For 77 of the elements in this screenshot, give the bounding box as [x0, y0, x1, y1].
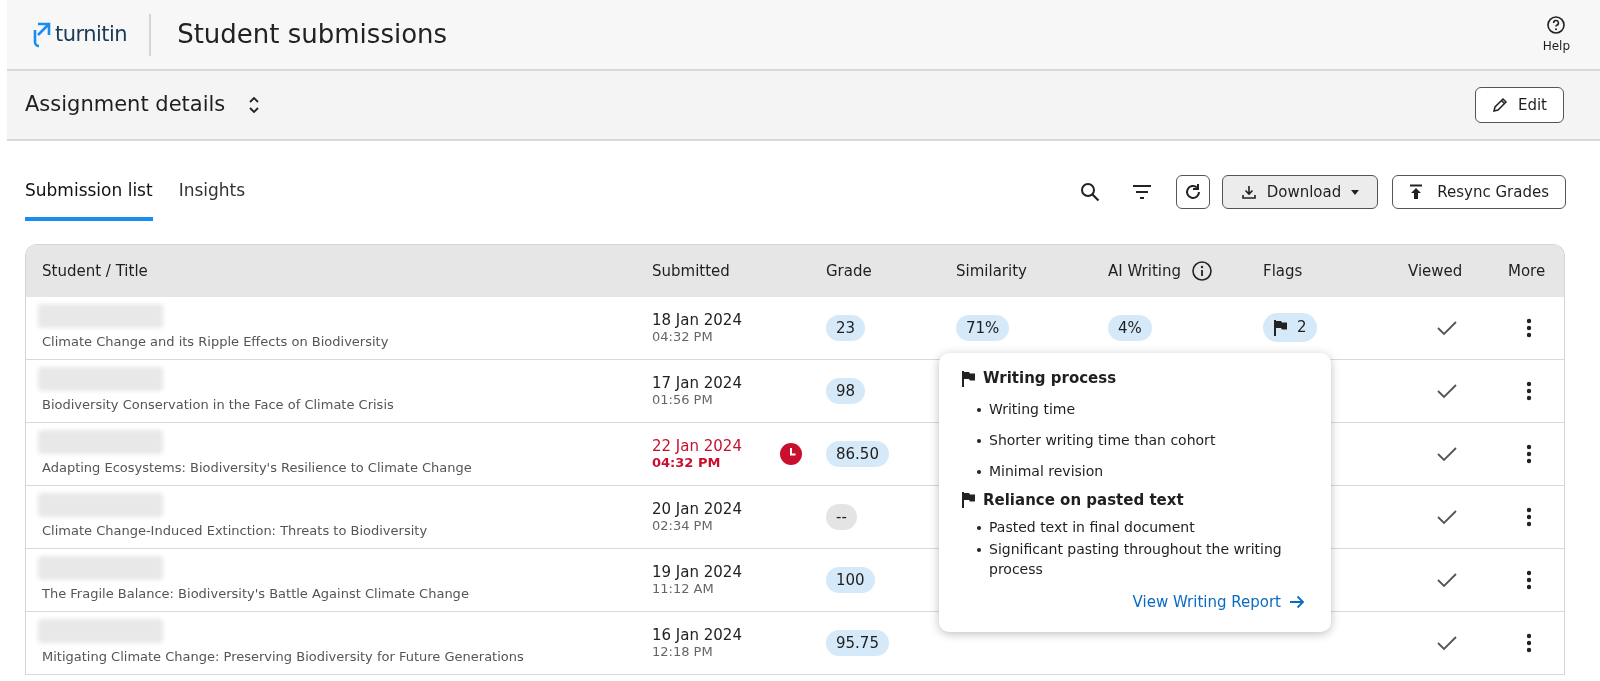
- submitted-date: 17 Jan 2024: [652, 373, 742, 393]
- pencil-icon: [1491, 97, 1508, 113]
- grade-badge: 98: [826, 377, 866, 405]
- column-header: Flags: [1263, 260, 1304, 282]
- caret-icon: [1351, 189, 1360, 195]
- column-header: Grade: [826, 260, 873, 282]
- more-menu-button[interactable]: [1524, 505, 1534, 529]
- resync-grades-button[interactable]: Resync Grades: [1392, 175, 1566, 209]
- flag-category: Writing process: [983, 368, 1117, 389]
- tab[interactable]: Insights: [178, 177, 246, 221]
- submitted-time: 12:18 PM: [652, 644, 714, 661]
- page-title: Student submissions: [177, 18, 448, 51]
- logo-icon: [33, 21, 51, 48]
- submitted-date: 16 Jan 2024: [652, 625, 742, 645]
- column-header: Student / Title: [42, 260, 149, 282]
- grade-badge: --: [826, 503, 857, 531]
- refresh-button[interactable]: [1175, 175, 1210, 209]
- submitted-time: 04:32 PM: [652, 455, 722, 472]
- flag-category: Reliance on pasted text: [983, 489, 1184, 511]
- grade-badge: 86.50: [826, 440, 889, 468]
- more-menu-button[interactable]: [1524, 631, 1534, 655]
- flag-icon: [961, 491, 977, 509]
- flag-icon: [1273, 318, 1289, 336]
- bullet-icon: [977, 548, 981, 552]
- more-menu-button[interactable]: [1524, 568, 1534, 592]
- tab[interactable]: Submission list: [25, 177, 153, 221]
- submitted-date: 18 Jan 2024: [652, 310, 742, 330]
- column-header: More: [1508, 260, 1547, 282]
- help-icon: [1546, 14, 1567, 35]
- flags-badge[interactable]: 2: [1263, 313, 1317, 342]
- column-header: Similarity: [956, 260, 1028, 282]
- logo-text: turnitin: [55, 20, 128, 48]
- info-icon: [1191, 260, 1214, 282]
- clock-icon: [779, 443, 802, 465]
- edit-button[interactable]: Edit: [1474, 87, 1564, 123]
- submission-title: The Fragile Balance: Biodiversity's Battle Against Climate Change: [42, 585, 470, 604]
- submission-title: Climate Change and its Ripple Effects on Biodiversity: [42, 333, 390, 352]
- download-button[interactable]: Download: [1221, 175, 1379, 209]
- ai-writing-badge: 4%: [1108, 314, 1152, 342]
- flag-reason: Shorter writing time than cohort: [989, 430, 1216, 450]
- bullet-icon: [977, 438, 981, 443]
- view-writing-report-link[interactable]: View Writing Report: [1132, 591, 1305, 614]
- flag-reason: Writing time: [989, 399, 1076, 419]
- flag-icon: [961, 369, 977, 387]
- submitted-date: 22 Jan 2024: [652, 436, 742, 456]
- help-button[interactable]: Help: [1542, 14, 1570, 55]
- expand-toggle[interactable]: [247, 94, 262, 116]
- similarity-badge: 71%: [956, 314, 1010, 342]
- flag-reason: Minimal revision: [989, 461, 1104, 481]
- column-header: Submitted: [652, 260, 731, 282]
- more-menu-button[interactable]: [1524, 316, 1534, 340]
- submission-title: Climate Change-Induced Extinction: Threats to Biodiversity: [42, 522, 429, 541]
- bullet-icon: [977, 407, 981, 412]
- download-icon: [1240, 184, 1257, 200]
- grade-badge: 95.75: [826, 629, 889, 657]
- flag-reason: Significant pasting throughout the writing process: [989, 540, 1283, 579]
- section-title: Assignment details: [25, 91, 226, 119]
- grade-badge: 23: [826, 314, 866, 342]
- more-menu-button[interactable]: [1524, 442, 1534, 466]
- submitted-time: 04:32 PM: [652, 329, 714, 346]
- column-header: Viewed: [1408, 260, 1464, 282]
- submitted-date: 19 Jan 2024: [652, 562, 742, 582]
- submission-title: Biodiversity Conservation in the Face of Climate Crisis: [42, 396, 395, 415]
- arrow-icon: [1289, 595, 1305, 610]
- bullet-icon: [977, 526, 981, 530]
- bullet-icon: [977, 469, 981, 474]
- submitted-time: 11:12 AM: [652, 581, 715, 598]
- submitted-time: 01:56 PM: [652, 392, 714, 409]
- upload-icon: [1409, 184, 1424, 200]
- grade-badge: 100: [826, 566, 875, 594]
- submission-title: Adapting Ecosystems: Biodiversity's Resilience to Climate Change: [42, 459, 473, 478]
- submission-title: Mitigating Climate Change: Preserving Biodiversity for Future Generations: [42, 648, 525, 667]
- column-header: AI Writing: [1108, 260, 1182, 282]
- flag-reason: Pasted text in final document: [989, 518, 1195, 537]
- submitted-time: 02:34 PM: [652, 518, 714, 535]
- more-menu-button[interactable]: [1524, 379, 1534, 403]
- submitted-date: 20 Jan 2024: [652, 499, 742, 519]
